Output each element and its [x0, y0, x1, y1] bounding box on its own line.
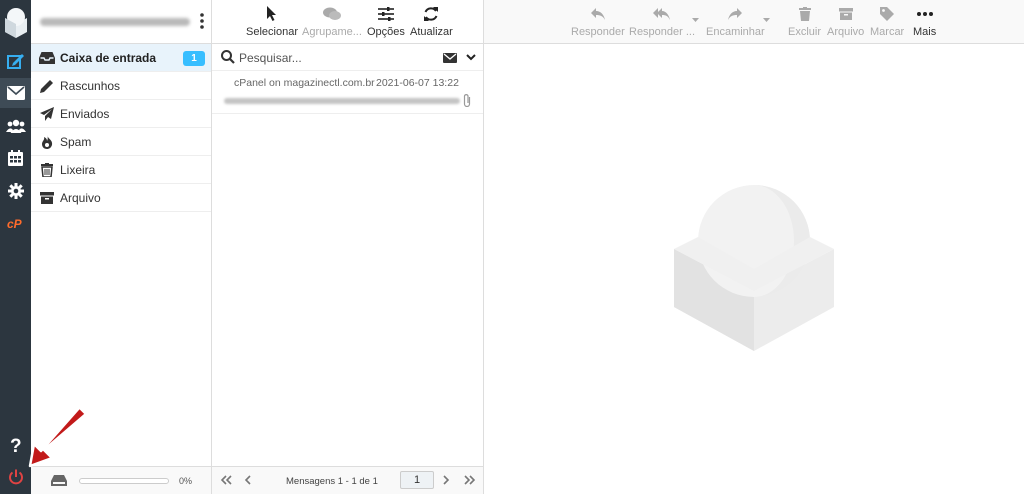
- button-label: Responder ...: [629, 26, 696, 38]
- compose-icon[interactable]: [0, 46, 31, 76]
- list-toolbar: Selecionar Agrupame... Opções Atualizar: [212, 0, 483, 44]
- button-label: Responder: [571, 26, 625, 38]
- forward-dropdown-icon[interactable]: [763, 18, 770, 22]
- button-label: Selecionar: [246, 26, 298, 38]
- account-name-redacted: [40, 18, 190, 26]
- button-label: Mais: [913, 26, 937, 38]
- next-page-icon[interactable]: [442, 474, 450, 486]
- trash-icon: [39, 162, 55, 178]
- folder-trash[interactable]: Lixeira: [31, 156, 211, 184]
- tag-icon: [877, 5, 897, 23]
- inbox-icon: [39, 50, 55, 66]
- chat-bubbles-icon: [322, 5, 342, 23]
- folder-spam[interactable]: Spam: [31, 128, 211, 156]
- quota-bar: [79, 478, 169, 484]
- cpanel-icon[interactable]: cP: [0, 208, 31, 238]
- paper-plane-icon: [39, 106, 55, 122]
- fire-icon: [39, 134, 55, 150]
- more-dots-icon: [915, 5, 935, 23]
- first-page-icon[interactable]: [220, 474, 232, 486]
- settings-gear-icon[interactable]: [0, 176, 31, 206]
- folder-label: Caixa de entrada: [60, 50, 157, 65]
- refresh-button[interactable]: Atualizar: [410, 5, 453, 38]
- message-subject-redacted: [224, 98, 460, 104]
- empty-watermark-logo-icon: [674, 185, 834, 351]
- message-row[interactable]: cPanel on magazinectl.com.br 2021-06-07 …: [212, 71, 483, 114]
- sliders-icon: [376, 5, 396, 23]
- trash-icon: [795, 5, 815, 23]
- page-info: Mensagens 1 - 1 de 1: [286, 476, 378, 487]
- storage-drive-icon: [51, 475, 67, 486]
- group-button[interactable]: Agrupame...: [302, 5, 362, 38]
- reply-all-dropdown-icon[interactable]: [692, 18, 699, 22]
- pencil-icon: [39, 78, 55, 94]
- svg-text:cP: cP: [7, 217, 23, 229]
- button-label: Marcar: [870, 26, 905, 38]
- message-date: 2021-06-07 13:22: [376, 77, 459, 89]
- account-header: [31, 0, 211, 44]
- page-number-input[interactable]: 1: [400, 471, 434, 489]
- folder-label: Arquivo: [60, 190, 101, 205]
- unread-count-badge: 1: [183, 51, 205, 66]
- pagination-footer: Mensagens 1 - 1 de 1 1: [212, 466, 483, 494]
- archive-button[interactable]: Arquivo: [827, 5, 864, 38]
- folder-label: Enviados: [60, 106, 110, 121]
- search-icon: [221, 50, 235, 64]
- search-input[interactable]: [239, 49, 429, 66]
- roundcube-logo-icon: [5, 8, 27, 38]
- chevron-down-icon[interactable]: [466, 54, 476, 61]
- refresh-icon: [421, 5, 441, 23]
- envelope-filter-icon[interactable]: [443, 53, 457, 63]
- archive-box-icon: [39, 190, 55, 206]
- cursor-pointer-icon: [262, 5, 282, 23]
- button-label: Excluir: [788, 26, 822, 38]
- folder-inbox[interactable]: Caixa de entrada 1: [31, 44, 211, 72]
- calendar-icon[interactable]: [0, 143, 31, 173]
- options-button[interactable]: Opções: [367, 5, 405, 38]
- button-label: Encaminhar: [706, 26, 765, 38]
- button-label: Arquivo: [827, 26, 865, 38]
- delete-button[interactable]: Excluir: [788, 5, 821, 38]
- archive-box-icon: [836, 5, 856, 23]
- button-label: Atualizar: [410, 26, 453, 38]
- message-list-pane: Selecionar Agrupame... Opções Atualizar …: [212, 0, 484, 494]
- reply-button[interactable]: Responder: [571, 5, 625, 38]
- search-bar: [212, 44, 483, 71]
- forward-button[interactable]: Encaminhar: [706, 5, 765, 38]
- folder-label: Spam: [60, 134, 92, 149]
- reply-all-button[interactable]: Responder ...: [629, 5, 695, 38]
- button-label: Agrupame...: [302, 26, 362, 38]
- forward-icon: [725, 5, 745, 23]
- reply-icon: [588, 5, 608, 23]
- folder-drafts[interactable]: Rascunhos: [31, 72, 211, 100]
- account-menu-dots-icon[interactable]: [200, 13, 204, 29]
- mail-icon[interactable]: [0, 78, 31, 108]
- mark-button[interactable]: Marcar: [870, 5, 904, 38]
- folder-label: Lixeira: [60, 162, 96, 177]
- reply-all-icon: [652, 5, 672, 23]
- folder-archive[interactable]: Arquivo: [31, 184, 211, 212]
- reading-pane: Responder Responder ... Encaminhar Exclu…: [484, 0, 1024, 494]
- quota-percent: 0%: [179, 476, 193, 486]
- message-sender: cPanel on magazinectl.com.br: [234, 77, 375, 89]
- red-annotation-arrow: [28, 404, 86, 468]
- prev-page-icon[interactable]: [244, 474, 252, 486]
- button-label: Opções: [367, 26, 405, 38]
- folder-sent[interactable]: Enviados: [31, 100, 211, 128]
- last-page-icon[interactable]: [464, 474, 476, 486]
- message-toolbar: Responder Responder ... Encaminhar Exclu…: [484, 0, 1024, 44]
- paperclip-icon: [463, 94, 471, 107]
- select-button[interactable]: Selecionar: [246, 5, 298, 38]
- folder-label: Rascunhos: [60, 78, 121, 93]
- contacts-icon[interactable]: [0, 111, 31, 141]
- more-button[interactable]: Mais: [913, 5, 936, 38]
